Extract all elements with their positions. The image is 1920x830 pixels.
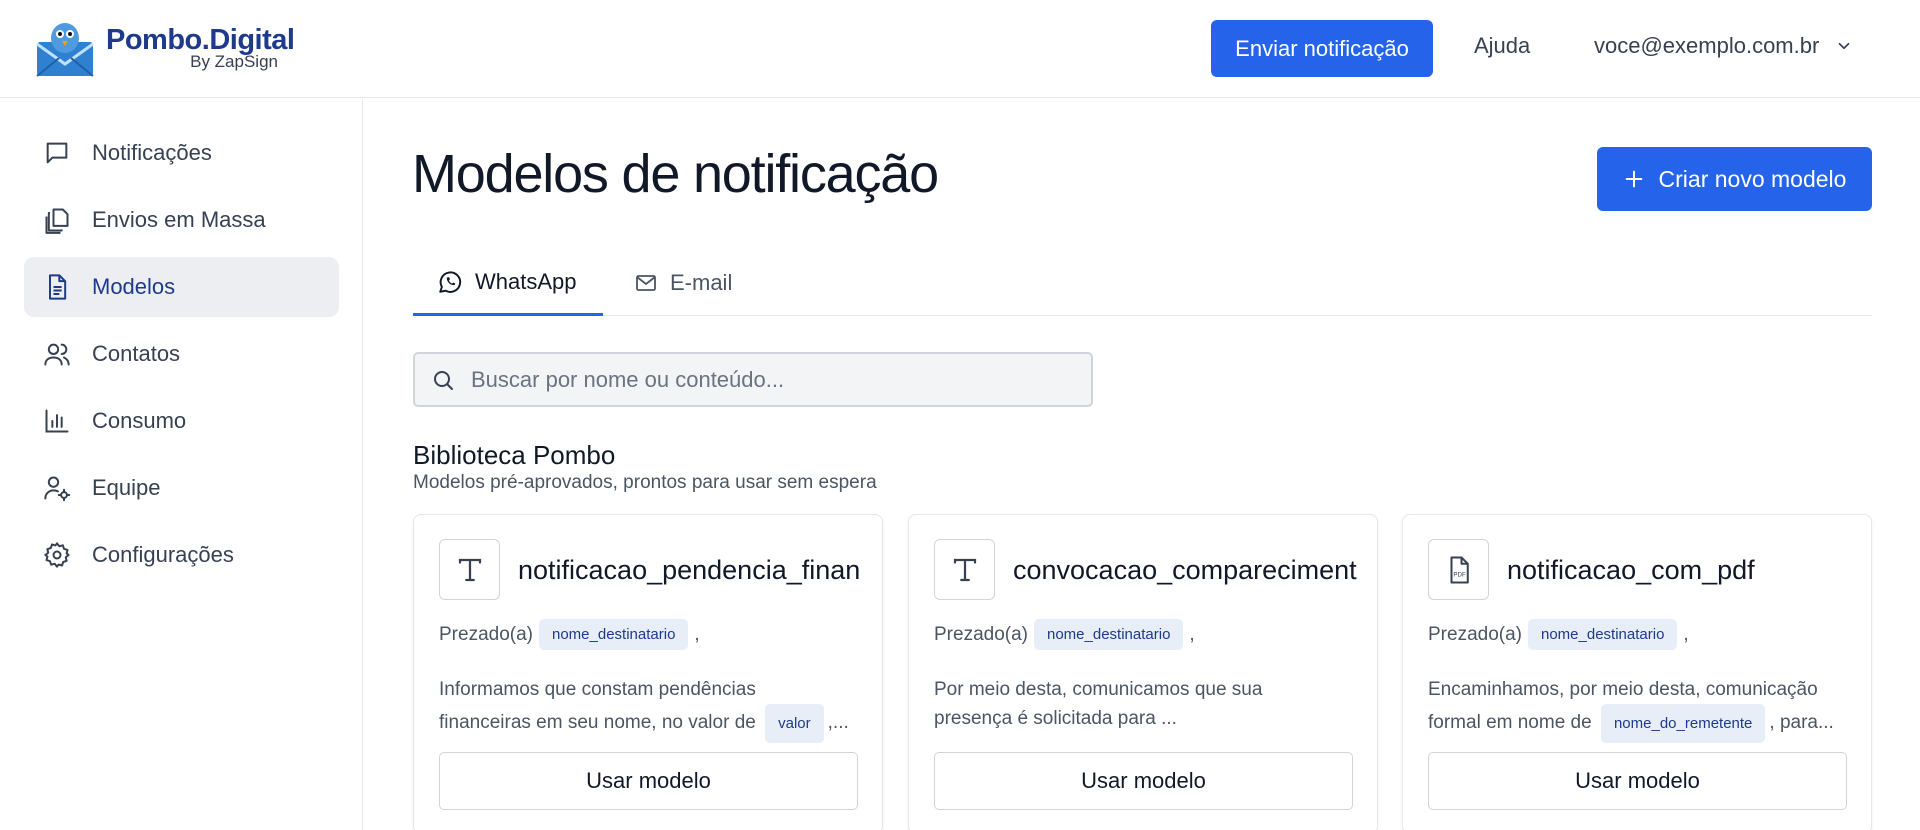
preview-line: Encaminhamos, por meio desta, comunicaçã… <box>1428 679 1818 700</box>
template-greeting: Prezado(a) nome_destinatario , <box>439 619 700 650</box>
sidebar-item-label: Notificações <box>92 140 212 165</box>
sidebar-item-label: Modelos <box>92 274 176 299</box>
preview-text: formal em nome de <box>1428 712 1592 733</box>
sidebar-item-label: Envios em Massa <box>92 207 266 232</box>
template-greeting: Prezado(a) nome_destinatario , <box>1428 619 1689 650</box>
tab-label: WhatsApp <box>475 268 577 294</box>
template-greeting: Prezado(a) nome_destinatario , <box>934 619 1195 650</box>
greeting-text: Prezado(a) <box>439 623 533 645</box>
envelope-icon <box>636 275 656 291</box>
preview-line-2: financeiras em seu nome, no valor de val… <box>439 704 859 743</box>
sidebar-item-contatos[interactable]: Contatos <box>24 324 339 384</box>
tab-whatsapp[interactable]: WhatsApp <box>413 250 603 316</box>
template-name: notificacao_pendencia_finan <box>518 555 861 585</box>
brand-logo[interactable]: Pombo.Digital By ZapSign <box>34 18 295 80</box>
greeting-text: Prezado(a) <box>1428 623 1522 645</box>
whatsapp-icon <box>439 270 462 293</box>
variable-chip: nome_destinatario <box>1528 619 1678 650</box>
variable-chip: nome_do_remetente <box>1600 704 1766 743</box>
text-icon <box>439 539 500 600</box>
sidebar: Notificações Envios em Massa Modelos Con… <box>0 99 363 830</box>
template-card: PDF notificacao_com_pdf Prezado(a) nome_… <box>1402 514 1872 830</box>
copy-documents-icon <box>42 205 72 235</box>
greeting-end: , <box>1189 623 1195 645</box>
variable-chip: valor <box>765 704 824 743</box>
chat-bubble-icon <box>42 138 72 168</box>
preview-line: Informamos que constam pendências <box>439 679 756 700</box>
preview-line-2: presença é solicitada para ... <box>934 708 1177 729</box>
top-header: Pombo.Digital By ZapSign Enviar notifica… <box>0 0 1920 98</box>
user-gear-icon <box>42 473 72 503</box>
sidebar-item-equipe[interactable]: Equipe <box>24 458 339 518</box>
sidebar-item-configuracoes[interactable]: Configurações <box>24 525 339 585</box>
library-title: Biblioteca Pombo <box>413 440 616 470</box>
template-preview: Encaminhamos, por meio desta, comunicaçã… <box>1428 675 1848 743</box>
template-name: notificacao_com_pdf <box>1507 555 1755 585</box>
help-link[interactable]: Ajuda <box>1474 33 1530 59</box>
sidebar-item-label: Consumo <box>92 408 187 433</box>
tab-label: E-mail <box>670 270 733 295</box>
channel-tabs: WhatsApp E-mail <box>413 250 1872 316</box>
search-icon <box>434 370 453 390</box>
pdf-file-icon: PDF <box>1428 539 1489 600</box>
svg-text:PDF: PDF <box>1453 571 1466 578</box>
template-card: notificacao_pendencia_finan Prezado(a) n… <box>413 514 883 830</box>
preview-end: , para... <box>1769 712 1834 733</box>
search-input[interactable] <box>471 366 1071 393</box>
create-template-button[interactable]: Criar novo modelo <box>1597 147 1872 211</box>
sidebar-item-label: Contatos <box>92 341 181 366</box>
use-template-button[interactable]: Usar modelo <box>1428 752 1847 810</box>
greeting-end: , <box>694 623 700 645</box>
create-template-label: Criar novo modelo <box>1658 165 1847 192</box>
search-box <box>413 352 1093 407</box>
sidebar-item-modelos[interactable]: Modelos <box>24 257 339 317</box>
use-template-button[interactable]: Usar modelo <box>934 752 1353 810</box>
variable-chip: nome_destinatario <box>539 619 689 650</box>
preview-text: financeiras em seu nome, no valor de <box>439 712 756 733</box>
bar-chart-icon <box>42 406 72 436</box>
pigeon-mail-logo-icon <box>36 23 94 77</box>
send-notification-button[interactable]: Enviar notificação <box>1211 20 1433 77</box>
sidebar-item-consumo[interactable]: Consumo <box>24 391 339 451</box>
preview-line: Por meio desta, comunicamos que sua <box>934 679 1263 700</box>
template-card: convocacao_compareciment Prezado(a) nome… <box>908 514 1378 830</box>
preview-end: ,... <box>827 712 849 733</box>
users-icon <box>42 339 72 369</box>
user-menu[interactable]: voce@exemplo.com.br <box>1594 33 1853 59</box>
greeting-end: , <box>1683 623 1689 645</box>
template-preview: Por meio desta, comunicamos que sua pres… <box>934 675 1354 733</box>
text-icon <box>934 539 995 600</box>
template-name: convocacao_compareciment <box>1013 555 1357 585</box>
sidebar-item-label: Equipe <box>92 475 161 500</box>
brand-subtitle: By ZapSign <box>190 52 278 71</box>
sidebar-item-envios-em-massa[interactable]: Envios em Massa <box>24 190 339 250</box>
library-subtitle: Modelos pré-aprovados, prontos para usar… <box>413 472 877 493</box>
document-icon <box>42 272 72 302</box>
gear-icon <box>42 540 72 570</box>
greeting-text: Prezado(a) <box>934 623 1028 645</box>
page-title: Modelos de notificação <box>412 144 939 204</box>
tab-email[interactable]: E-mail <box>634 250 732 316</box>
chevron-down-icon <box>1838 42 1850 50</box>
preview-line-2: formal em nome de nome_do_remetente, par… <box>1428 704 1848 743</box>
user-email: voce@exemplo.com.br <box>1594 33 1820 58</box>
plus-icon <box>1625 170 1642 188</box>
use-template-button[interactable]: Usar modelo <box>439 752 858 810</box>
sidebar-item-notificacoes[interactable]: Notificações <box>24 123 339 183</box>
sidebar-item-label: Configurações <box>92 542 234 567</box>
variable-chip: nome_destinatario <box>1034 619 1184 650</box>
template-preview: Informamos que constam pendências financ… <box>439 675 859 743</box>
